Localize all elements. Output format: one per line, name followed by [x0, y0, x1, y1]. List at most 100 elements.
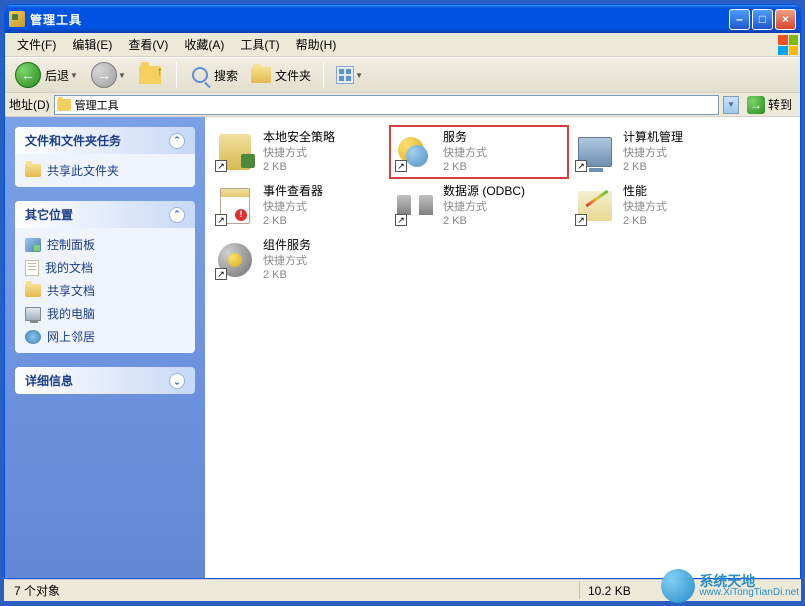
my-computer-link[interactable]: 我的电脑	[25, 305, 185, 322]
views-button[interactable]: ▼	[332, 63, 368, 87]
minimize-button[interactable]: –	[729, 9, 750, 30]
details-panel: 详细信息 ⌃	[15, 367, 195, 394]
admin-tools-icon	[9, 11, 25, 27]
up-folder-icon	[139, 66, 161, 84]
details-header[interactable]: 详细信息 ⌃	[15, 367, 195, 394]
file-type: 快捷方式	[263, 200, 323, 214]
views-dropdown-icon[interactable]: ▼	[354, 71, 364, 80]
places-title: 其它位置	[25, 206, 73, 223]
file-size: 2 KB	[443, 214, 525, 228]
menu-tools[interactable]: 工具(T)	[232, 33, 287, 56]
forward-arrow-icon: →	[91, 62, 117, 88]
share-folder-link[interactable]: 共享此文件夹	[25, 162, 185, 179]
address-input[interactable]: 管理工具	[54, 95, 719, 115]
shortcut-overlay-icon: ↗	[215, 214, 227, 226]
menu-help[interactable]: 帮助(H)	[288, 33, 345, 56]
file-type: 快捷方式	[263, 254, 311, 268]
file-type: 快捷方式	[443, 146, 487, 160]
share-folder-icon	[25, 164, 41, 177]
shortcut-overlay-icon: ↗	[215, 268, 227, 280]
details-title: 详细信息	[25, 372, 73, 389]
file-name: 性能	[623, 184, 667, 200]
share-folder-label: 共享此文件夹	[47, 162, 119, 179]
address-value: 管理工具	[75, 97, 119, 113]
file-name: 数据源 (ODBC)	[443, 184, 525, 200]
files-area[interactable]: ↗ 本地安全策略 快捷方式 2 KB ↗ 服务 快捷方式 2 KB ↗ 计算机	[205, 117, 800, 578]
shortcut-overlay-icon: ↗	[575, 214, 587, 226]
my-computer-label: 我的电脑	[47, 305, 95, 322]
window-title: 管理工具	[30, 11, 729, 28]
shortcut-overlay-icon: ↗	[215, 160, 227, 172]
shortcut-overlay-icon: ↗	[575, 160, 587, 172]
back-label: 后退	[45, 67, 69, 84]
places-header[interactable]: 其它位置 ⌃	[15, 201, 195, 228]
collapse-icon[interactable]: ⌃	[169, 133, 185, 149]
tasks-title: 文件和文件夹任务	[25, 132, 121, 149]
back-button[interactable]: ← 后退 ▼	[11, 59, 83, 91]
tasks-header[interactable]: 文件和文件夹任务 ⌃	[15, 127, 195, 154]
documents-icon	[25, 260, 39, 276]
file-type: 快捷方式	[263, 146, 335, 160]
file-component-services[interactable]: ↗ 组件服务 快捷方式 2 KB	[209, 233, 389, 287]
watermark-title: 系统天地	[699, 574, 799, 588]
folders-button[interactable]: 文件夹	[246, 61, 315, 89]
file-odbc-data-sources[interactable]: ↗ 数据源 (ODBC) 快捷方式 2 KB	[389, 179, 569, 233]
search-button[interactable]: 搜索	[185, 61, 242, 89]
menu-edit[interactable]: 编辑(E)	[64, 33, 120, 56]
network-icon	[25, 330, 41, 344]
content-area: 文件和文件夹任务 ⌃ 共享此文件夹 其它位置 ⌃	[5, 117, 800, 578]
file-performance[interactable]: ↗ 性能 快捷方式 2 KB	[569, 179, 749, 233]
go-button[interactable]: → 转到	[743, 94, 796, 116]
go-arrow-icon: →	[747, 96, 765, 114]
forward-dropdown-icon[interactable]: ▼	[117, 71, 127, 80]
titlebar[interactable]: 管理工具 – □ ×	[5, 5, 800, 33]
addressbar: 地址(D) 管理工具 ▼ → 转到	[5, 93, 800, 117]
file-size: 2 KB	[263, 268, 311, 282]
up-button[interactable]	[135, 61, 168, 89]
file-type: 快捷方式	[623, 146, 683, 160]
address-dropdown-button[interactable]: ▼	[723, 96, 739, 114]
views-icon	[336, 66, 354, 84]
network-places-label: 网上邻居	[47, 328, 95, 345]
folders-label: 文件夹	[275, 67, 311, 84]
my-documents-label: 我的文档	[45, 259, 93, 276]
close-button[interactable]: ×	[775, 9, 796, 30]
watermark-url: www.XiTongTianDi.net	[699, 588, 799, 598]
file-local-security-policy[interactable]: ↗ 本地安全策略 快捷方式 2 KB	[209, 125, 389, 179]
my-documents-link[interactable]: 我的文档	[25, 259, 185, 276]
toolbar: ← 后退 ▼ → ▼ 搜索 文件夹 ▼	[5, 57, 800, 93]
file-size: 2 KB	[443, 160, 487, 174]
file-size: 2 KB	[623, 160, 683, 174]
shortcut-overlay-icon: ↗	[395, 214, 407, 226]
shortcut-overlay-icon: ↗	[395, 160, 407, 172]
watermark: 系统天地 www.XiTongTianDi.net	[661, 566, 805, 606]
back-dropdown-icon[interactable]: ▼	[69, 71, 79, 80]
expand-icon[interactable]: ⌃	[169, 373, 185, 389]
shared-documents-label: 共享文档	[47, 282, 95, 299]
file-computer-management[interactable]: ↗ 计算机管理 快捷方式 2 KB	[569, 125, 749, 179]
network-places-link[interactable]: 网上邻居	[25, 328, 185, 345]
file-name: 事件查看器	[263, 184, 323, 200]
forward-button[interactable]: → ▼	[87, 59, 131, 91]
address-folder-icon	[57, 99, 71, 111]
tasks-panel: 文件和文件夹任务 ⌃ 共享此文件夹	[15, 127, 195, 187]
file-size: 2 KB	[263, 214, 323, 228]
file-event-viewer[interactable]: ↗ 事件查看器 快捷方式 2 KB	[209, 179, 389, 233]
file-name: 服务	[443, 130, 487, 146]
places-panel: 其它位置 ⌃ 控制面板 我的文档 共享文档	[15, 201, 195, 353]
control-panel-link[interactable]: 控制面板	[25, 236, 185, 253]
back-arrow-icon: ←	[15, 62, 41, 88]
computer-icon	[25, 307, 41, 321]
maximize-button[interactable]: □	[752, 9, 773, 30]
file-type: 快捷方式	[623, 200, 667, 214]
shared-documents-link[interactable]: 共享文档	[25, 282, 185, 299]
file-name: 本地安全策略	[263, 130, 335, 146]
collapse-icon[interactable]: ⌃	[169, 207, 185, 223]
toolbar-separator	[323, 62, 324, 88]
file-services[interactable]: ↗ 服务 快捷方式 2 KB	[389, 125, 569, 179]
menu-favorites[interactable]: 收藏(A)	[176, 33, 232, 56]
watermark-globe-icon	[661, 569, 695, 603]
menu-file[interactable]: 文件(F)	[9, 33, 64, 56]
windows-flag-icon	[778, 35, 798, 55]
menu-view[interactable]: 查看(V)	[120, 33, 176, 56]
